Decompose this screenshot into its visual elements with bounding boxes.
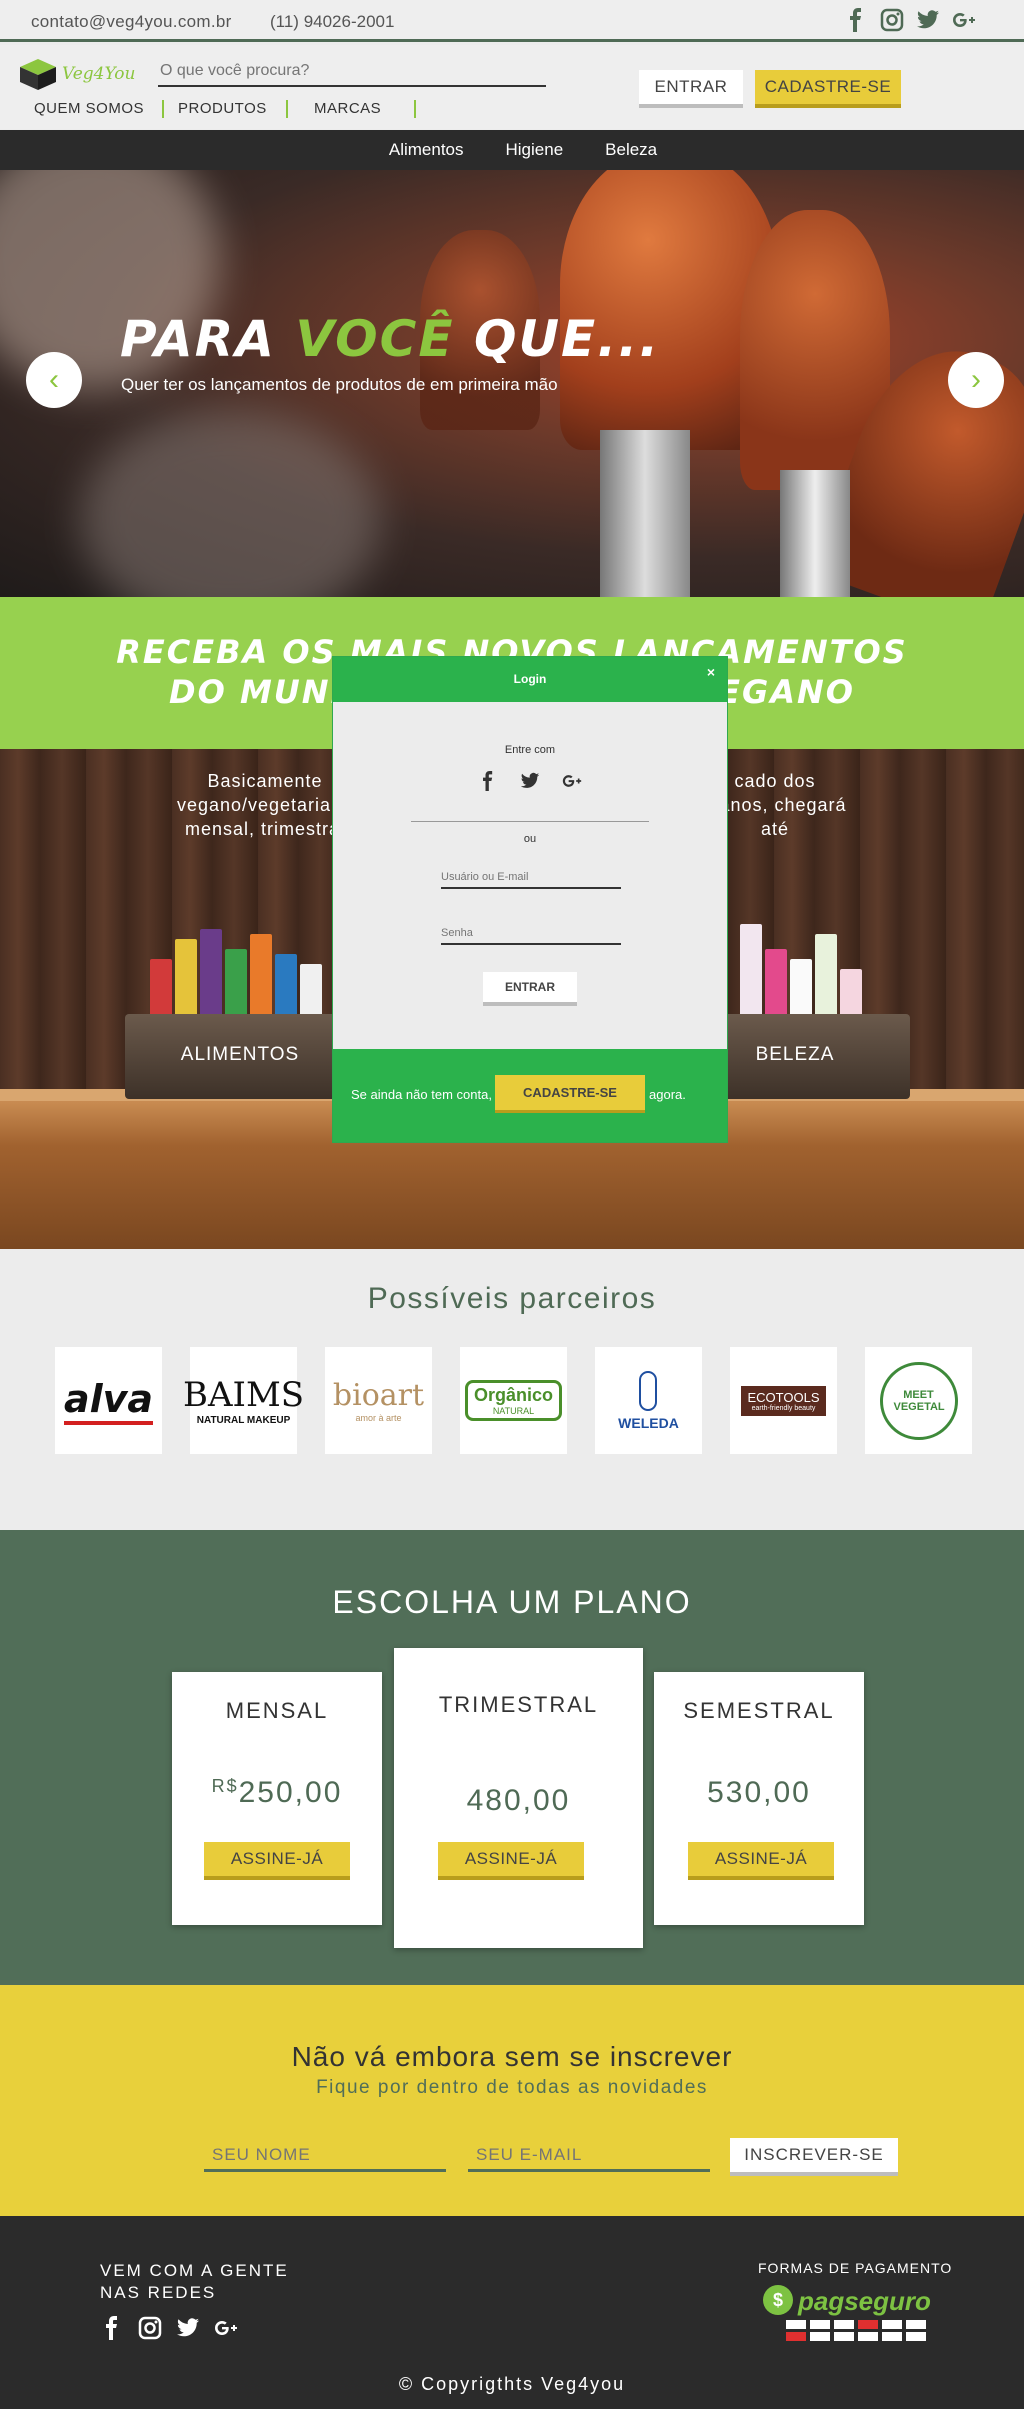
carousel-prev-button[interactable]: ‹ [26, 352, 82, 408]
newsletter-section: Não vá embora sem se inscrever Fique por… [0, 1985, 1024, 2216]
partner-logo-ecotools[interactable]: ECOTOOLS earth-friendly beauty [730, 1347, 837, 1454]
twitter-icon[interactable] [916, 8, 940, 32]
svg-text:$: $ [773, 2290, 783, 2310]
modal-social-prompt: Entre com [504, 744, 556, 756]
chevron-left-icon: ‹ [49, 363, 59, 396]
plans-title: ESCOLHA UM PLANO [332, 1584, 692, 1620]
plans-section: ESCOLHA UM PLANO MENSAL R$250,00 ASSINE-… [0, 1530, 1024, 1985]
category-bar: Alimentos Higiene Beleza [0, 130, 1024, 170]
top-bar: contato@veg4you.com.br (11) 94026-2001 [0, 0, 1024, 42]
modal-title: Login [513, 672, 547, 686]
pagseguro-logo: $ pagseguro [758, 2282, 944, 2344]
modal-social-login [478, 771, 582, 791]
partner-logo-organico[interactable]: Orgânico NATURAL [460, 1347, 567, 1454]
nav-marcas[interactable]: MARCAS [288, 100, 417, 118]
username-field[interactable] [441, 867, 621, 889]
instagram-icon[interactable] [880, 8, 904, 32]
hero-brush-ferrule [780, 470, 850, 597]
contact-phone: (11) 94026-2001 [270, 12, 395, 31]
nav-produtos[interactable]: PRODUTOS [164, 100, 289, 118]
basket-alimentos[interactable]: ALIMENTOS [125, 1014, 355, 1099]
plan-card-mensal: MENSAL R$250,00 ASSINE-JÁ [172, 1672, 382, 1925]
chevron-right-icon: › [971, 363, 981, 396]
modal-header: Login × [333, 657, 727, 702]
plan-card-semestral: SEMESTRAL 530,00 ASSINE-JÁ [654, 1672, 864, 1925]
twitter-icon[interactable] [520, 771, 540, 791]
partner-logo-bioart[interactable]: bioart amor à arte [325, 1347, 432, 1454]
logo-box-icon [18, 57, 58, 91]
partner-logo-weleda[interactable]: WELEDA [595, 1347, 702, 1454]
plan-name: MENSAL [225, 1698, 329, 1723]
login-button[interactable]: ENTRAR [639, 70, 743, 108]
beauty-products-image [740, 919, 862, 1019]
payment-title: FORMAS DE PAGAMENTO [758, 2260, 953, 2276]
category-alimentos[interactable]: Alimentos [379, 130, 474, 170]
newsletter-subscribe-button[interactable]: INSCREVER-SE [730, 2138, 898, 2176]
newsletter-title: Não vá embora sem se inscrever [291, 2041, 733, 2072]
google-plus-icon[interactable] [214, 2316, 238, 2340]
password-field[interactable] [441, 923, 621, 945]
plan-price: 530,00 [707, 1776, 811, 1809]
partner-logos: alva BAIMS NATURAL MAKEUP bioart amor à ar… [55, 1347, 972, 1454]
newsletter-name-field[interactable] [204, 2140, 446, 2172]
category-beleza[interactable]: Beleza [595, 130, 667, 170]
plan-name: TRIMESTRAL [438, 1692, 599, 1717]
hero-title: PARA VOCÊ QUE... [120, 310, 661, 368]
google-plus-icon[interactable] [952, 8, 976, 32]
copyright: © Copyrigthts Veg4you [398, 2374, 626, 2394]
facebook-icon[interactable] [100, 2316, 124, 2340]
newsletter-email-field[interactable] [468, 2140, 710, 2172]
modal-signup-button[interactable]: CADASTRE-SE [495, 1075, 645, 1113]
login-modal: Login × Entre com ou ENTRAR Se ainda não… [332, 656, 728, 1143]
plan-name: SEMESTRAL [683, 1698, 835, 1723]
plan-subscribe-button[interactable]: ASSINE-JÁ [438, 1842, 584, 1880]
hero-subtitle: Quer ter os lançamentos de produtos de e… [121, 375, 558, 394]
partner-logo-alva[interactable]: alva [55, 1347, 162, 1454]
plan-price: R$250,00 [211, 1776, 343, 1809]
hero-carousel: PARA VOCÊ QUE... Quer ter os lançamentos… [0, 170, 1024, 597]
modal-divider [411, 821, 649, 822]
hero-brush-ferrule [600, 430, 690, 597]
site-logo[interactable]: Veg4You [18, 57, 135, 91]
svg-text:pagseguro: pagseguro [797, 2286, 931, 2316]
partners-section: Possíveis parceiros alva BAIMS NATURAL MA… [0, 1249, 1024, 1530]
site-header: Veg4You QUEM SOMOS PRODUTOS MARCAS ENTRA… [0, 45, 1024, 129]
modal-footer-text-end: agora. [649, 1087, 686, 1102]
close-icon[interactable]: × [707, 657, 715, 687]
plan-card-trimestral: TRIMESTRAL 480,00 ASSINE-JÁ [394, 1648, 643, 1948]
food-products-image [150, 919, 322, 1019]
instagram-icon[interactable] [138, 2316, 162, 2340]
site-footer: VEM COM A GENTE NAS REDES FORMAS DE PAGA… [0, 2216, 1024, 2409]
modal-or-label: ou [523, 833, 537, 845]
logo-text: Veg4You [62, 64, 136, 84]
boxes-text-left: Basicamente vegano/vegetariano mensal, t… [176, 771, 354, 839]
search-input[interactable] [158, 57, 546, 87]
basket-alimentos-label: ALIMENTOS [180, 1044, 300, 1065]
top-social-links [844, 8, 976, 32]
hero-bokeh [80, 410, 380, 597]
plan-subscribe-button[interactable]: ASSINE-JÁ [204, 1842, 350, 1880]
partner-logo-meet-vegetal[interactable]: MEET VEGETAL [865, 1347, 972, 1454]
twitter-icon[interactable] [176, 2316, 200, 2340]
carousel-next-button[interactable]: › [948, 352, 1004, 408]
main-nav: QUEM SOMOS PRODUTOS MARCAS [22, 100, 417, 118]
google-plus-icon[interactable] [562, 771, 582, 791]
modal-footer-text: Se ainda não tem conta, [351, 1087, 492, 1102]
signup-button[interactable]: CADASTRE-SE [755, 70, 901, 108]
footer-social-title: VEM COM A GENTE NAS REDES [100, 2261, 289, 2302]
facebook-icon[interactable] [844, 8, 868, 32]
category-higiene[interactable]: Higiene [496, 130, 574, 170]
partner-logo-baims[interactable]: BAIMS NATURAL MAKEUP [183, 1347, 304, 1454]
newsletter-subtitle: Fique por dentro de todas as novidades [316, 2077, 708, 2098]
footer-social-links [100, 2316, 238, 2340]
modal-login-button[interactable]: ENTRAR [483, 972, 577, 1006]
contact-email[interactable]: contato@veg4you.com.br [31, 12, 232, 32]
nav-quem-somos[interactable]: QUEM SOMOS [22, 100, 165, 118]
modal-footer: Se ainda não tem conta, CADASTRE-SE agor… [333, 1049, 727, 1142]
partners-title: Possíveis parceiros [367, 1282, 657, 1315]
plan-price: 480,00 [466, 1784, 571, 1817]
plan-subscribe-button[interactable]: ASSINE-JÁ [688, 1842, 834, 1880]
facebook-icon[interactable] [478, 771, 498, 791]
